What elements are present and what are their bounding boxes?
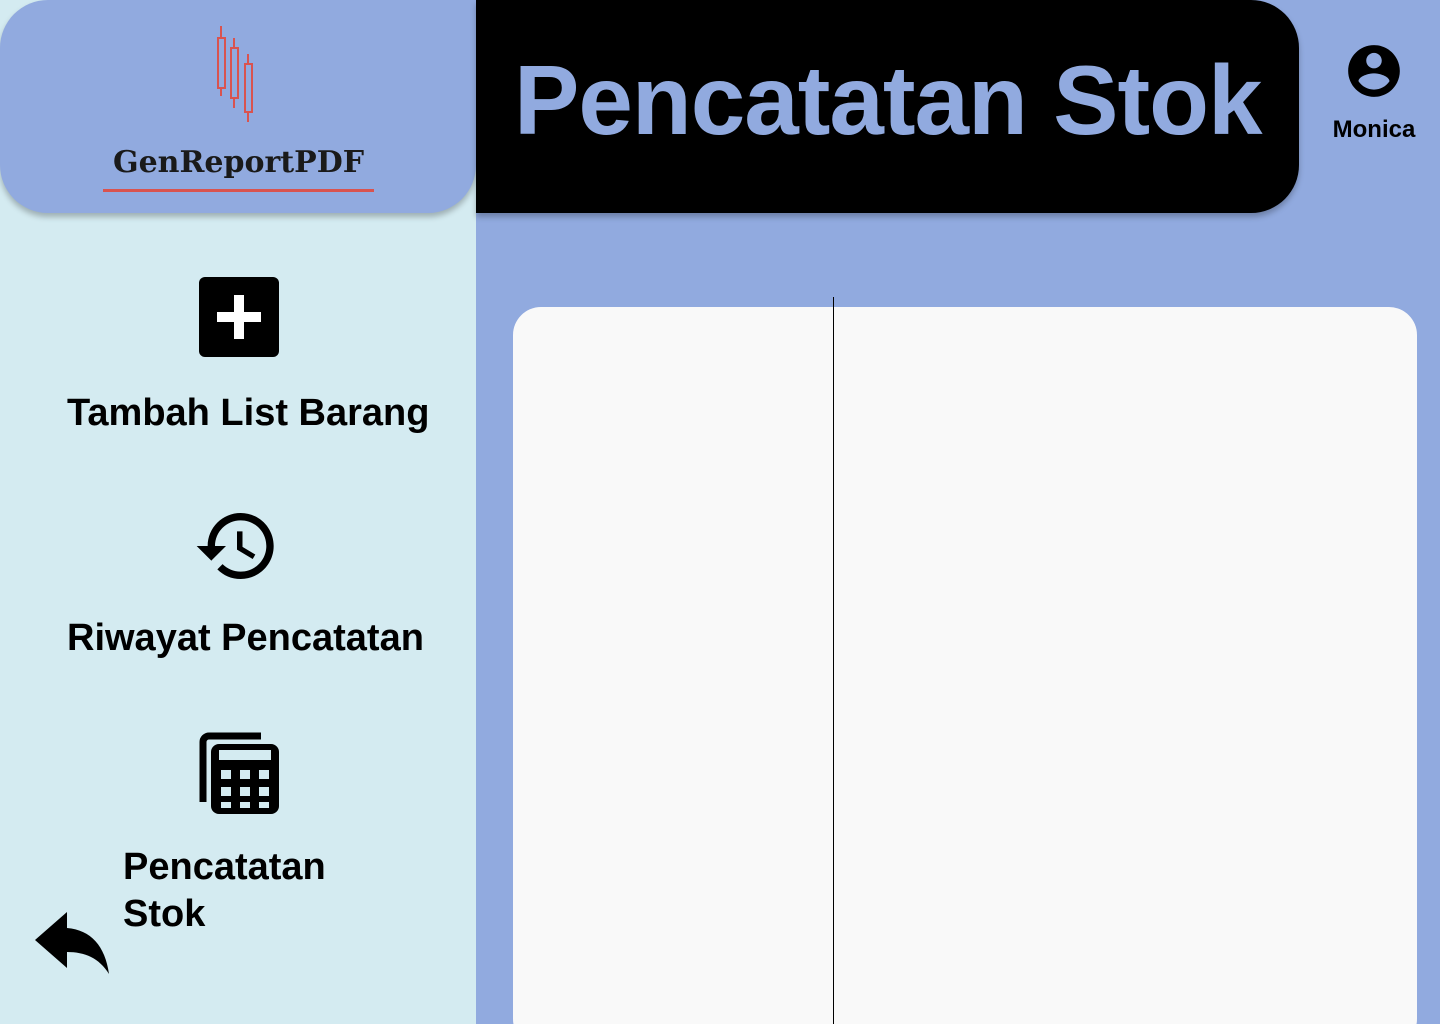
panel-divider xyxy=(833,297,834,1024)
account-circle-icon[interactable] xyxy=(1343,40,1405,102)
nav-label-tambah[interactable]: Tambah List Barang xyxy=(67,390,429,436)
header-bar: Pencatatan Stok xyxy=(476,0,1299,213)
brand-name: GenReportPDF xyxy=(103,146,374,192)
nav-riwayat-pencatatan[interactable]: Riwayat Pencatatan xyxy=(0,500,476,680)
content-panel xyxy=(513,307,1417,1024)
candlestick-chart-icon xyxy=(217,26,253,122)
calculator-stack-icon[interactable] xyxy=(197,732,281,816)
add-box-icon[interactable] xyxy=(199,277,279,357)
nav-label-pencatatan-line1[interactable]: Pencatatan xyxy=(123,844,326,890)
nav-label-riwayat[interactable]: Riwayat Pencatatan xyxy=(67,615,424,661)
nav-pencatatan-stok[interactable]: Pencatatan Stok xyxy=(0,730,476,940)
page-title: Pencatatan Stok xyxy=(514,45,1262,155)
user-name[interactable]: Monica xyxy=(1318,116,1430,144)
reply-arrow-icon[interactable] xyxy=(33,910,111,976)
history-icon[interactable] xyxy=(188,502,286,590)
nav-tambah-list-barang[interactable]: Tambah List Barang xyxy=(0,270,476,450)
user-profile[interactable]: Monica xyxy=(1318,40,1430,144)
logo-panel: GenReportPDF xyxy=(0,0,476,213)
nav-label-pencatatan-line2[interactable]: Stok xyxy=(123,891,205,937)
